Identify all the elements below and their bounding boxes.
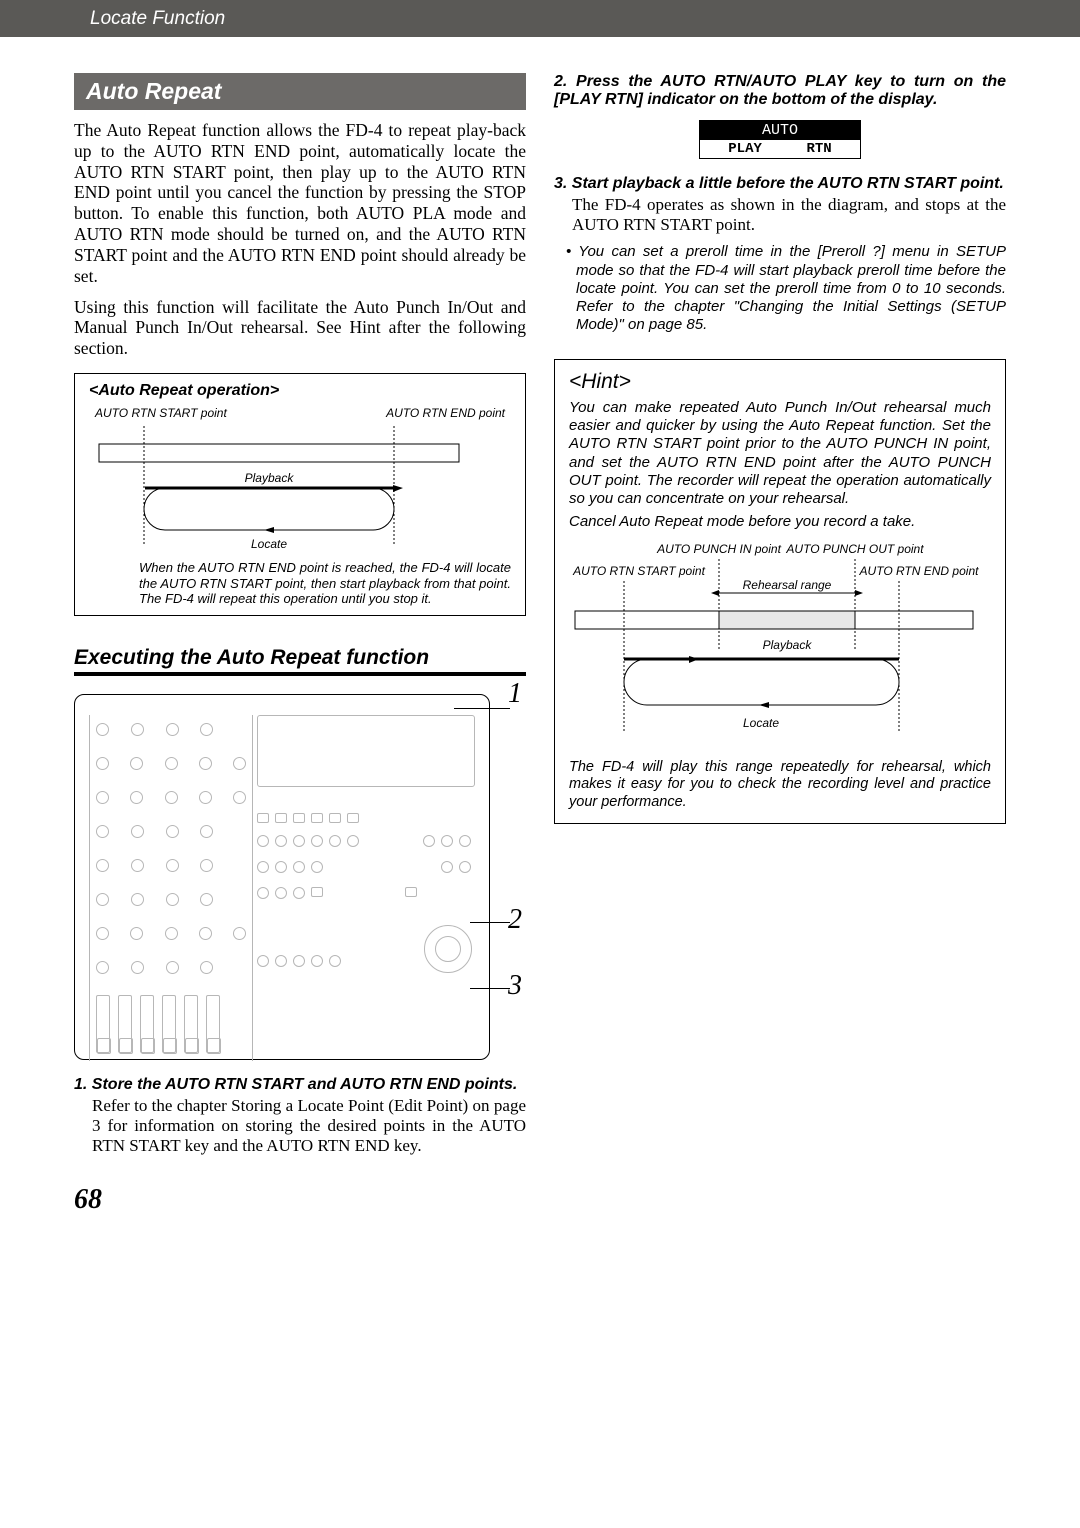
hint-caption: The FD-4 will play this range repeatedly… — [569, 759, 991, 811]
device-illustration — [74, 694, 490, 1060]
auto-repeat-diagram: <Auto Repeat operation> AUTO RTN START p… — [74, 373, 526, 616]
page-columns: Auto Repeat The Auto Repeat function all… — [0, 37, 1080, 1176]
callout-2: 2 — [508, 904, 522, 936]
diagram-caption: When the AUTO RTN END point is reached, … — [139, 560, 511, 607]
section-title: Auto Repeat — [74, 73, 526, 110]
hint-diagram: AUTO PUNCH IN point AUTO PUNCH OUT point… — [569, 541, 979, 751]
subsection-title: Executing the Auto Repeat function — [74, 646, 526, 670]
hint-para-2: Cancel Auto Repeat mode before you recor… — [569, 513, 991, 531]
diagram-title: <Auto Repeat operation> — [89, 382, 511, 400]
playback-label: Playback — [245, 471, 295, 485]
svg-text:AUTO PUNCH IN point: AUTO PUNCH IN point — [656, 542, 781, 556]
display-play-label: PLAY — [728, 141, 762, 157]
callout-1: 1 — [508, 678, 522, 710]
right-column: 2. Press the AUTO RTN/AUTO PLAY key to t… — [554, 73, 1006, 1156]
step-3-body: The FD-4 operates as shown in the diagra… — [572, 195, 1006, 235]
svg-text:Locate: Locate — [743, 716, 779, 730]
end-point-label: AUTO RTN END point — [386, 406, 505, 420]
display-auto-label: AUTO — [700, 121, 860, 140]
hint-para-1: You can make repeated Auto Punch In/Out … — [569, 399, 991, 509]
svg-text:Playback: Playback — [763, 638, 813, 652]
left-column: Auto Repeat The Auto Repeat function all… — [74, 73, 526, 1156]
divider — [74, 672, 526, 676]
step-1-head: 1. Store the AUTO RTN START and AUTO RTN… — [74, 1076, 526, 1094]
preroll-note: • You can set a preroll time in the [Pre… — [576, 243, 1006, 334]
step-1-body: Refer to the chapter Storing a Locate Po… — [92, 1096, 526, 1156]
hint-title: <Hint> — [569, 370, 991, 394]
step-2-head: 2. Press the AUTO RTN/AUTO PLAY key to t… — [554, 73, 1006, 110]
intro-para-2: Using this function will facilitate the … — [74, 297, 526, 359]
repeat-diagram-svg: Playback Locate — [89, 426, 469, 556]
step-3-head: 3. Start playback a little before the AU… — [554, 175, 1006, 193]
page-number: 68 — [0, 1176, 1080, 1242]
svg-text:AUTO RTN START point: AUTO RTN START point — [572, 564, 705, 578]
display-rtn-label: RTN — [806, 141, 831, 157]
callout-3: 3 — [508, 970, 522, 1002]
start-point-label: AUTO RTN START point — [95, 406, 227, 420]
header-breadcrumb: Locate Function — [0, 0, 1080, 37]
locate-label: Locate — [251, 537, 287, 551]
hint-box: <Hint> You can make repeated Auto Punch … — [554, 359, 1006, 824]
intro-para-1: The Auto Repeat function allows the FD-4… — [74, 120, 526, 287]
svg-text:Rehearsal range: Rehearsal range — [743, 578, 832, 592]
svg-text:AUTO RTN END point: AUTO RTN END point — [859, 564, 979, 578]
svg-text:AUTO PUNCH OUT point: AUTO PUNCH OUT point — [785, 542, 924, 556]
display-indicator: AUTO PLAY RTN — [699, 120, 861, 159]
